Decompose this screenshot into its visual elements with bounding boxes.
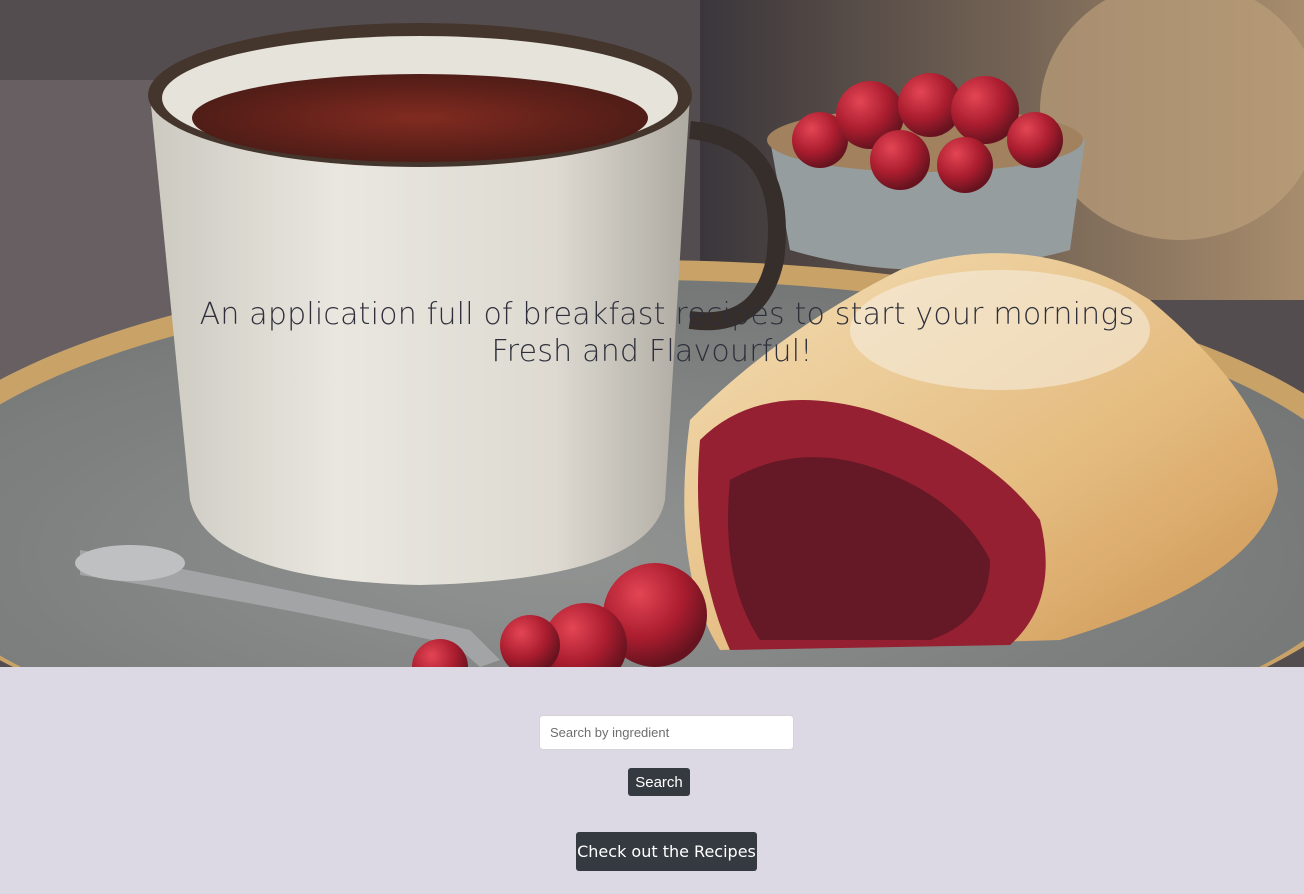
hero-headline: An application full of breakfast recipes… bbox=[0, 296, 1304, 370]
hero-banner: An application full of breakfast recipes… bbox=[0, 0, 1304, 667]
check-out-recipes-button[interactable]: Check out the Recipes bbox=[576, 832, 757, 871]
hero-headline-line1: An application full of breakfast recipes… bbox=[199, 297, 1135, 332]
search-button[interactable]: Search bbox=[628, 768, 690, 796]
landing-page: An application full of breakfast recipes… bbox=[0, 0, 1304, 894]
hero-headline-line2: Fresh and Flavourful! bbox=[491, 334, 813, 369]
ingredient-search-input[interactable] bbox=[539, 715, 794, 750]
